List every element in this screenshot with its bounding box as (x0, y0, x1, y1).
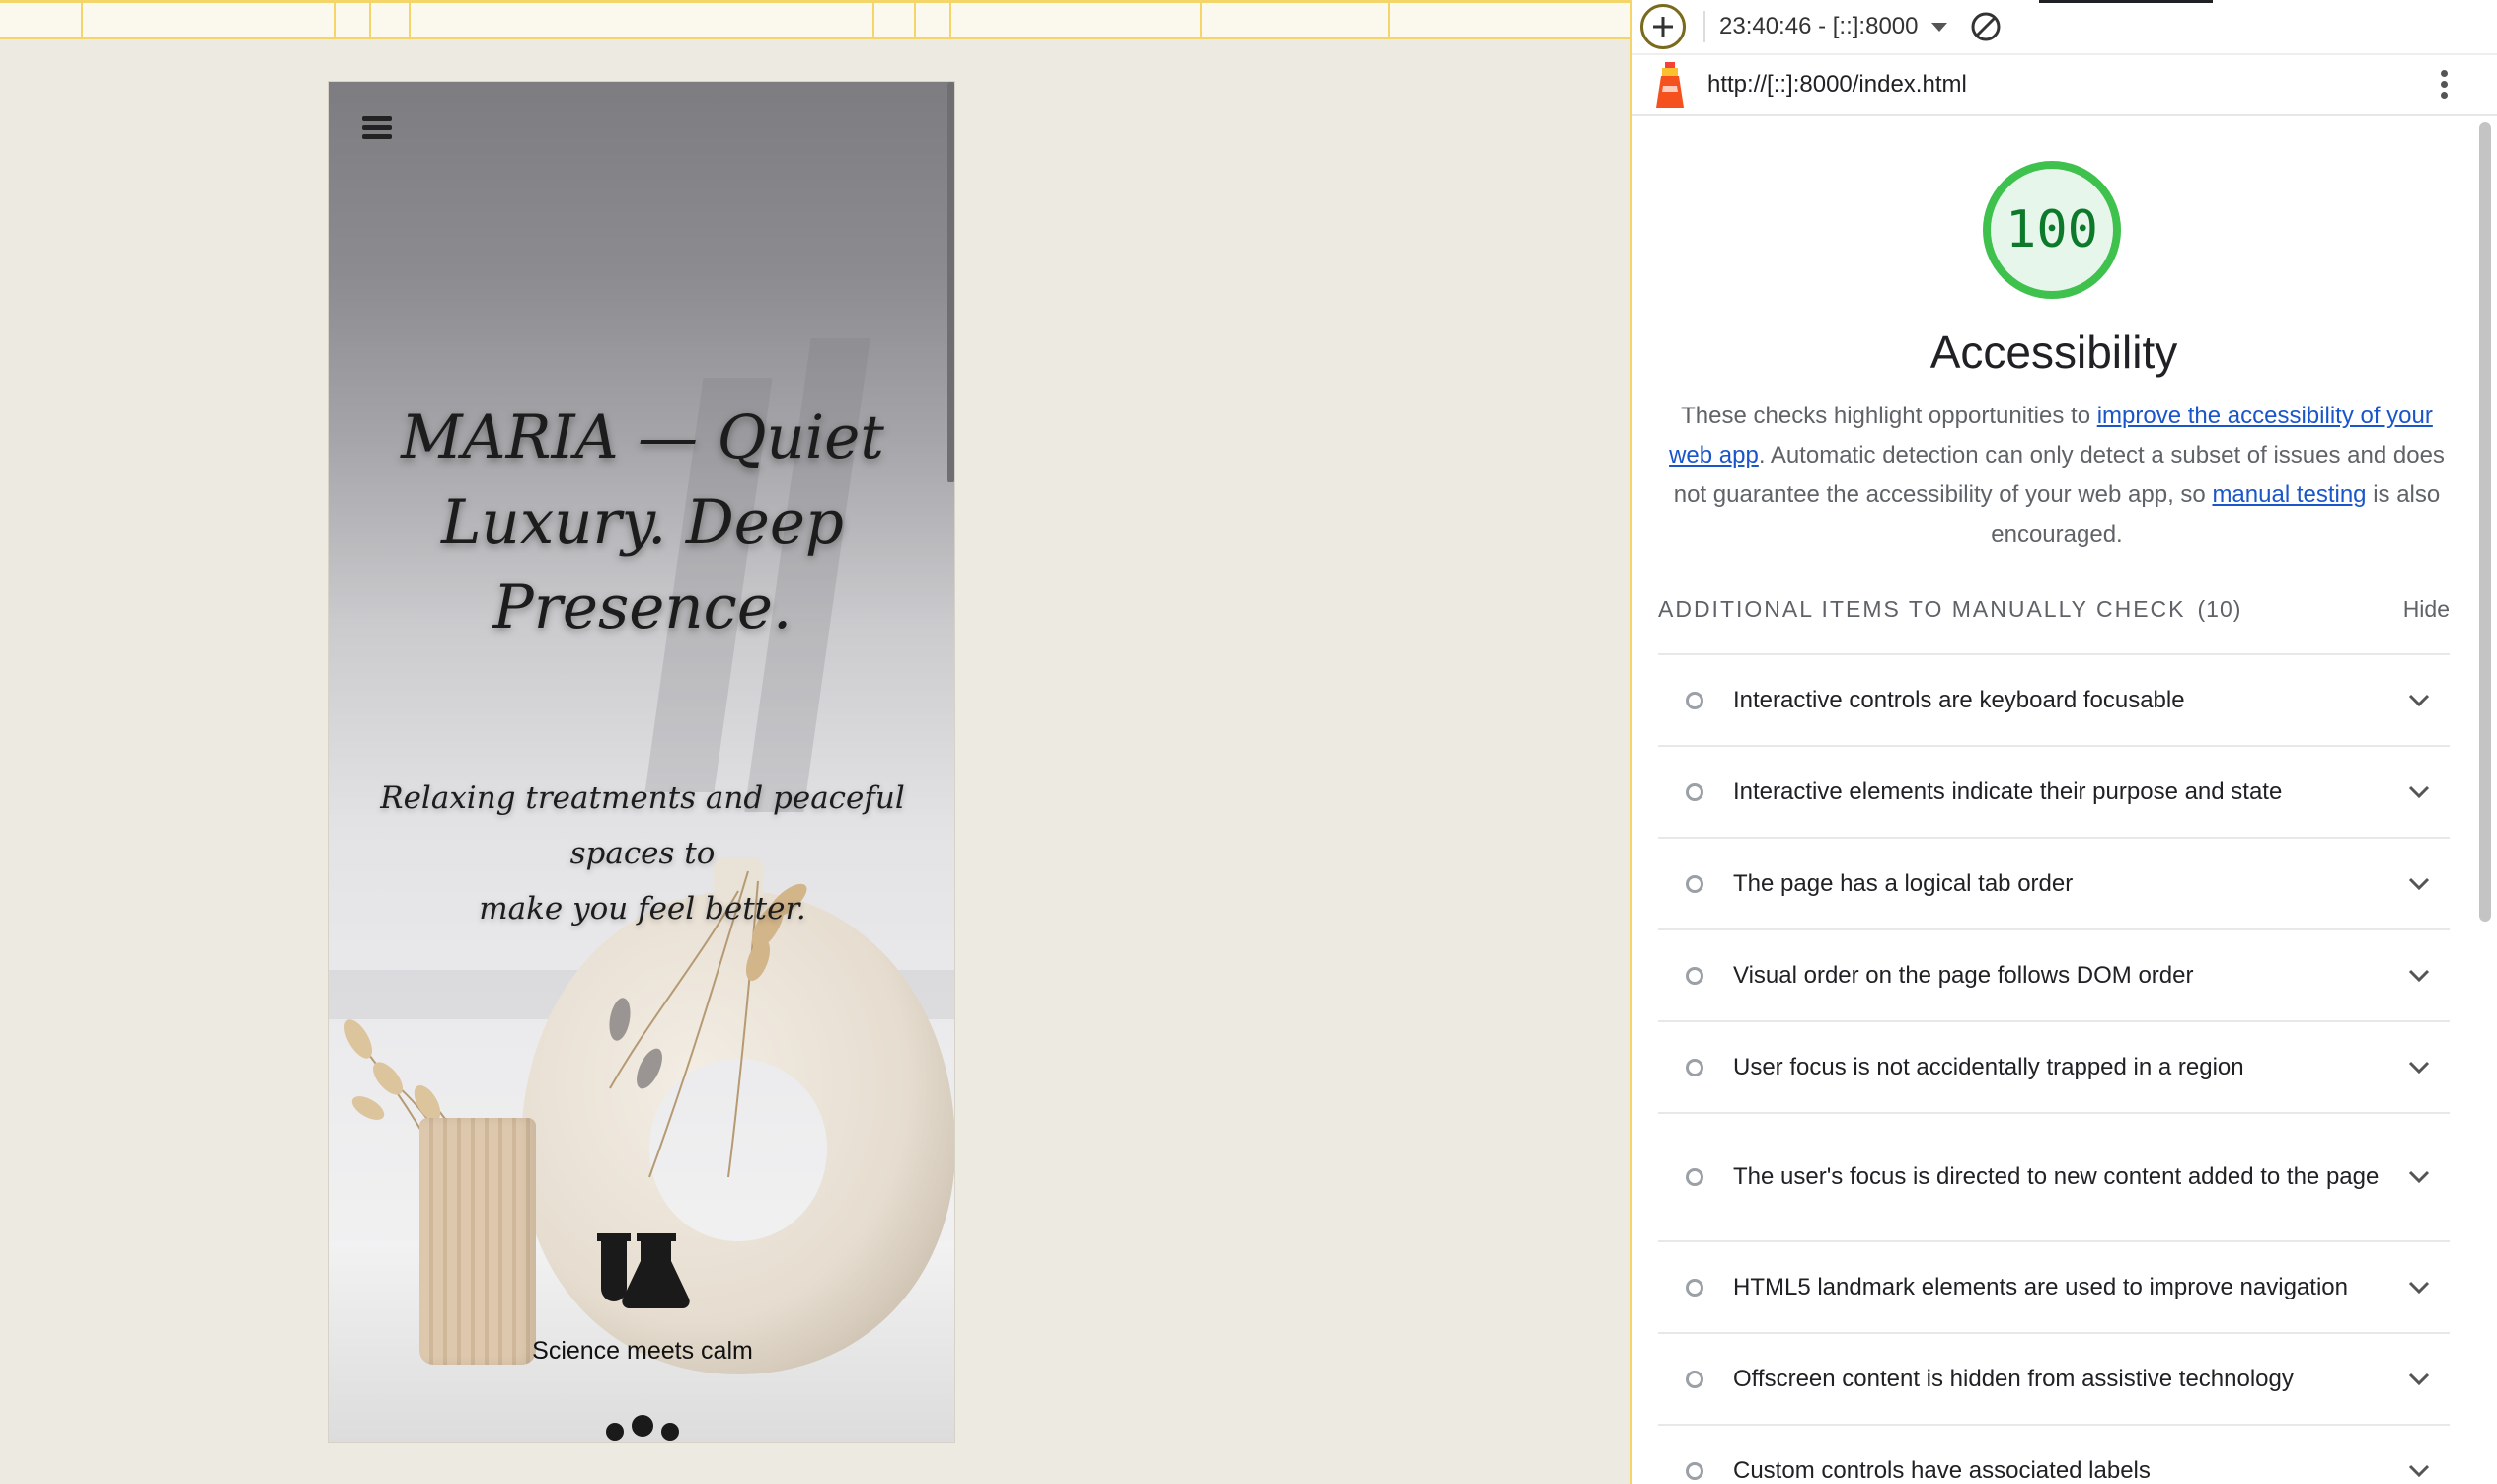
chevron-down-icon (2408, 877, 2430, 890)
group-title: ADDITIONAL ITEMS TO MANUALLY CHECK (10) (1658, 596, 2241, 623)
hero-title-line: Luxury. Deep (441, 487, 844, 557)
status-circle-icon (1686, 1058, 1703, 1076)
hero-title-line: Presence. (492, 572, 793, 642)
audit-item[interactable]: HTML5 landmark elements are used to impr… (1658, 1242, 2450, 1334)
feature-label: Science meets calm (532, 1337, 753, 1365)
chevron-down-icon (2408, 1061, 2430, 1074)
lighthouse-panel: 23:40:46 - [::]:8000 http://[::]:8000/in… (1630, 0, 2497, 1484)
ruler-tick (949, 3, 951, 37)
chevron-down-icon (2408, 969, 2430, 982)
viewport-scrollbar[interactable] (947, 82, 954, 482)
audit-title: User focus is not accidentally trapped i… (1733, 1053, 2244, 1080)
ruler-tick (409, 3, 411, 37)
audit-item[interactable]: Custom controls have associated labels (1658, 1426, 2450, 1484)
description-text: These checks highlight opportunities to (1681, 403, 2097, 429)
ruler-tick (914, 3, 916, 37)
mobile-viewport: MARIA — Quiet Luxury. Deep Presence. Rel… (328, 81, 955, 1443)
status-circle-icon (1686, 874, 1703, 893)
hide-group-button[interactable]: Hide (2403, 596, 2450, 623)
score-value: 100 (2005, 200, 2098, 260)
audit-list: Interactive controls are keyboard focusa… (1658, 653, 2450, 1484)
manual-testing-link[interactable]: manual testing (2212, 482, 2366, 508)
status-circle-icon (1686, 1168, 1703, 1186)
chevron-down-icon (2408, 1170, 2430, 1184)
device-ruler (0, 0, 1630, 39)
hero-title-line: MARIA — Quiet (401, 403, 884, 473)
audit-title: Visual order on the page follows DOM ord… (1733, 961, 2194, 989)
audit-item[interactable]: Visual order on the page follows DOM ord… (1658, 930, 2450, 1022)
ribbed-cup-image (419, 1118, 536, 1365)
people-group-icon (606, 1415, 679, 1441)
chevron-down-icon (2408, 694, 2430, 706)
ruler-tick (81, 3, 83, 37)
plus-icon (1653, 17, 1673, 37)
ruler-tick (1388, 3, 1390, 37)
status-circle-icon (1686, 691, 1703, 709)
audit-title: Interactive elements indicate their purp… (1733, 778, 2283, 805)
flask-icon (597, 1233, 690, 1308)
audit-item[interactable]: User focus is not accidentally trapped i… (1658, 1022, 2450, 1114)
chevron-down-icon (2408, 1464, 2430, 1477)
ruler-tick (334, 3, 336, 37)
audit-title: Custom controls have associated labels (1733, 1456, 2151, 1484)
audit-title: HTML5 landmark elements are used to impr… (1733, 1273, 2348, 1300)
chevron-down-icon (2408, 1281, 2430, 1294)
ruler-tick (369, 3, 371, 37)
report-selector[interactable]: 23:40:46 - [::]:8000 (1719, 13, 1918, 40)
report-url: http://[::]:8000/index.html (1707, 71, 1967, 98)
status-circle-icon (1686, 1370, 1703, 1388)
ruler-tick (872, 3, 874, 37)
clear-reports-icon[interactable] (1969, 10, 2003, 43)
chevron-down-icon[interactable] (1931, 22, 1948, 32)
new-report-button[interactable] (1640, 4, 1686, 49)
hero-title: MARIA — Quiet Luxury. Deep Presence. (378, 396, 907, 650)
lighthouse-logo-icon (1656, 62, 1684, 108)
audit-title: Offscreen content is hidden from assisti… (1733, 1365, 2294, 1392)
audit-title: Interactive controls are keyboard focusa… (1733, 686, 2185, 713)
category-description: These checks highlight opportunities to … (1656, 397, 2458, 555)
hero-subtitle: Relaxing treatments and peaceful spaces … (368, 771, 917, 936)
hero-subtitle-line: Relaxing treatments and peaceful spaces … (380, 780, 905, 871)
status-circle-icon (1686, 1278, 1703, 1297)
hero-subtitle-line: make you feel better. (479, 891, 806, 927)
ruler-tick (1200, 3, 1202, 37)
audit-item[interactable]: Interactive elements indicate their purp… (1658, 747, 2450, 839)
manual-checks-header: ADDITIONAL ITEMS TO MANUALLY CHECK (10) H… (1658, 596, 2450, 623)
audit-title: The page has a logical tab order (1733, 869, 2074, 897)
audit-item[interactable]: Interactive controls are keyboard focusa… (1658, 655, 2450, 747)
toolbar-divider (1703, 11, 1705, 42)
hamburger-menu-icon[interactable] (362, 113, 398, 149)
active-tab-indicator (2039, 0, 2213, 3)
chevron-down-icon (2408, 785, 2430, 798)
audit-item[interactable]: Offscreen content is hidden from assisti… (1658, 1334, 2450, 1426)
url-bar: http://[::]:8000/index.html (1632, 55, 2497, 116)
status-circle-icon (1686, 782, 1703, 801)
group-count: (10) (2197, 596, 2242, 622)
chevron-down-icon (2408, 1373, 2430, 1385)
lighthouse-toolbar: 23:40:46 - [::]:8000 (1632, 0, 2497, 55)
status-circle-icon (1686, 1461, 1703, 1480)
more-options-icon[interactable] (2432, 67, 2456, 105)
audit-item[interactable]: The page has a logical tab order (1658, 839, 2450, 930)
report-scrollbar[interactable] (2479, 122, 2493, 922)
audit-item[interactable]: The user's focus is directed to new cont… (1658, 1114, 2450, 1242)
group-title-text: ADDITIONAL ITEMS TO MANUALLY CHECK (1658, 596, 2186, 622)
category-title: Accessibility (1930, 327, 2178, 378)
audit-title: The user's focus is directed to new cont… (1733, 1163, 2380, 1190)
status-circle-icon (1686, 966, 1703, 985)
